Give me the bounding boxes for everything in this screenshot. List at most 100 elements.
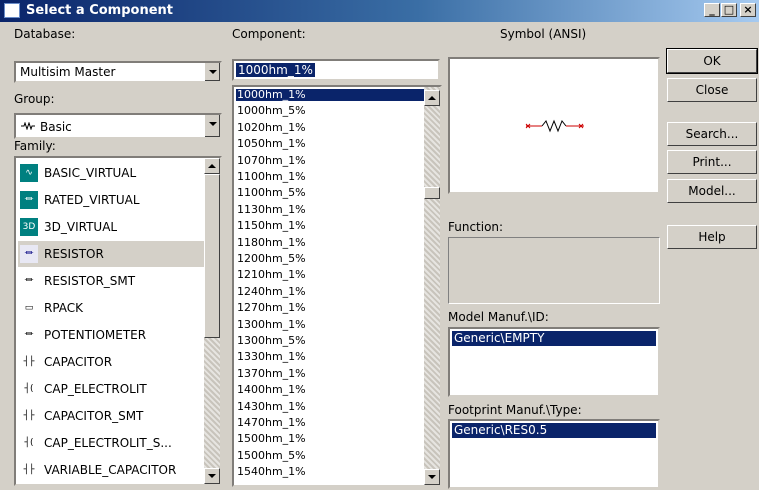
- family-item[interactable]: 3D 3D_VIRTUAL: [18, 214, 204, 240]
- model-button[interactable]: Model...: [667, 179, 757, 203]
- component-item[interactable]: 1430hm_1%: [236, 400, 427, 413]
- minimize-button[interactable]: _: [704, 3, 720, 17]
- component-scroll-thumb[interactable]: [424, 187, 440, 199]
- close-window-button[interactable]: ×: [740, 3, 756, 17]
- component-scroll-up-button[interactable]: [424, 90, 440, 106]
- group-label: Group:: [14, 92, 55, 106]
- close-button[interactable]: Close: [667, 78, 757, 102]
- component-item[interactable]: 1210hm_1%: [236, 269, 427, 281]
- database-value: Multisim Master: [20, 65, 116, 79]
- help-button[interactable]: Help: [667, 225, 757, 249]
- family-item-label: 3D_VIRTUAL: [44, 220, 118, 234]
- resistor-icon: [21, 122, 35, 130]
- maximize-button[interactable]: □: [721, 3, 737, 17]
- family-item[interactable]: ┤( CAP_ELECTROLIT: [18, 376, 204, 402]
- family-item-label: RESISTOR_SMT: [44, 274, 136, 288]
- model-list[interactable]: Generic\EMPTY: [448, 327, 660, 397]
- family-scroll-thumb[interactable]: [204, 174, 220, 338]
- family-item[interactable]: ┤├ CAPACITOR_SMT: [18, 403, 204, 429]
- capacitor-smt-icon: ┤├: [23, 411, 35, 421]
- component-item[interactable]: 1500hm_1%: [236, 433, 427, 445]
- group-dropdown-button[interactable]: [204, 115, 220, 137]
- function-box: [448, 237, 660, 304]
- family-item[interactable]: ▭ RPACK: [18, 295, 204, 321]
- component-item[interactable]: 1050hm_1%: [236, 138, 427, 150]
- select-component-dialog: Select a Component _ □ × Database: Multi…: [0, 0, 759, 490]
- group-select[interactable]: Basic: [14, 113, 222, 139]
- component-item[interactable]: 1100hm_1%: [236, 171, 427, 183]
- basic-virtual-icon: ∿: [20, 164, 38, 182]
- rpack-icon: ▭: [24, 303, 34, 313]
- component-item[interactable]: 1020hm_1%: [236, 121, 427, 134]
- component-item[interactable]: 1500hm_5%: [236, 449, 427, 462]
- family-list[interactable]: ∿ BASIC_VIRTUAL ⏛ RATED_VIRTUAL 3D 3D_VIRTUAL…: [14, 156, 222, 486]
- component-item[interactable]: 1330hm_1%: [236, 351, 427, 363]
- family-item-label: CAP_ELECTROLIT: [44, 382, 147, 396]
- component-scroll-down-button[interactable]: [424, 469, 440, 485]
- search-button[interactable]: Search...: [667, 122, 757, 146]
- family-item-label: CAPACITOR: [44, 355, 113, 369]
- component-item[interactable]: 1070hm_1%: [236, 154, 427, 167]
- database-dropdown-button[interactable]: [204, 63, 220, 81]
- component-item[interactable]: 1180hm_1%: [236, 236, 427, 249]
- component-item[interactable]: 1270hm_1%: [236, 302, 427, 314]
- component-item[interactable]: 1470hm_1%: [236, 417, 427, 429]
- resistor-smt-icon: ⏛: [24, 276, 34, 286]
- component-item[interactable]: 1000hm_5%: [236, 105, 427, 117]
- family-scrollbar[interactable]: [204, 158, 220, 484]
- group-value: Basic: [40, 120, 72, 134]
- component-item[interactable]: 1240hm_1%: [236, 285, 427, 298]
- component-item[interactable]: 1130hm_1%: [236, 203, 427, 216]
- family-scroll-down-button[interactable]: [204, 468, 220, 484]
- family-item[interactable]: ⏛ POTENTIOMETER: [18, 322, 204, 348]
- component-item[interactable]: 1300hm_1%: [236, 318, 427, 331]
- component-input[interactable]: 1000hm_1%: [232, 59, 440, 81]
- component-item[interactable]: 1540hm_1%: [236, 466, 427, 478]
- print-button[interactable]: Print...: [667, 150, 757, 174]
- component-label: Component:: [232, 27, 306, 41]
- family-item[interactable]: ┤├ CAPACITOR: [18, 349, 204, 375]
- family-label: Family:: [14, 139, 56, 153]
- family-item[interactable]: ┤(CAP_ELECTROLIT_S...: [18, 430, 204, 456]
- component-item[interactable]: 1370hm_1%: [236, 367, 427, 380]
- component-item[interactable]: 1200hm_5%: [236, 253, 427, 265]
- component-item[interactable]: 1400hm_1%: [236, 384, 427, 396]
- model-selected-item[interactable]: Generic\EMPTY: [452, 331, 656, 346]
- component-input-value: 1000hm_1%: [236, 63, 315, 77]
- footprint-selected-item[interactable]: Generic\RES0.5: [452, 423, 656, 438]
- family-item-label: RATED_VIRTUAL: [44, 193, 140, 207]
- family-item[interactable]: ┤├ VARIABLE_CAPACITOR: [18, 457, 204, 483]
- window-title: Select a Component: [26, 3, 173, 18]
- component-item[interactable]: 1300hm_5%: [236, 335, 427, 347]
- family-item[interactable]: ⏛ RESISTOR_SMT: [18, 268, 204, 294]
- symbol-preview: [448, 57, 660, 194]
- cap-electrolit-icon: ┤(: [24, 384, 34, 394]
- family-item-label: RESISTOR: [44, 247, 104, 261]
- resistor-icon: ⏛: [20, 245, 38, 263]
- footprint-label: Footprint Manuf.\Type:: [448, 403, 582, 417]
- family-item[interactable]: ∿ BASIC_VIRTUAL: [18, 160, 204, 186]
- family-item-label: POTENTIOMETER: [44, 328, 147, 342]
- family-scroll-up-button[interactable]: [204, 158, 220, 174]
- symbol-label: Symbol (ANSI): [500, 27, 587, 41]
- component-item[interactable]: 1000hm_1%: [236, 89, 427, 101]
- family-item-label: RPACK: [44, 301, 84, 315]
- database-select[interactable]: Multisim Master: [14, 61, 222, 83]
- component-list[interactable]: 1000hm_1% 1000hm_5% 1020hm_1% 1050hm_1% 1070…: [232, 85, 442, 487]
- cap-electrolit-smt-icon: ┤(: [24, 438, 34, 448]
- window-icon: [4, 3, 20, 18]
- ok-button[interactable]: OK: [666, 48, 758, 74]
- database-label: Database:: [14, 27, 76, 41]
- potentiometer-icon: ⏛: [24, 330, 34, 340]
- model-label: Model Manuf.\ID:: [448, 310, 549, 324]
- component-scrollbar[interactable]: [424, 87, 440, 485]
- 3d-virtual-icon: 3D: [20, 218, 38, 236]
- component-item[interactable]: 1100hm_5%: [236, 187, 427, 199]
- family-item[interactable]: ⏛ RATED_VIRTUAL: [18, 187, 204, 213]
- component-item[interactable]: 1150hm_1%: [236, 220, 427, 232]
- resistor-symbol-icon: [525, 119, 584, 133]
- title-bar[interactable]: Select a Component _ □ ×: [0, 0, 759, 22]
- variable-capacitor-icon: ┤├: [23, 465, 35, 475]
- family-item[interactable]: ⏛ RESISTOR: [18, 241, 204, 267]
- footprint-list[interactable]: Generic\RES0.5: [448, 419, 660, 489]
